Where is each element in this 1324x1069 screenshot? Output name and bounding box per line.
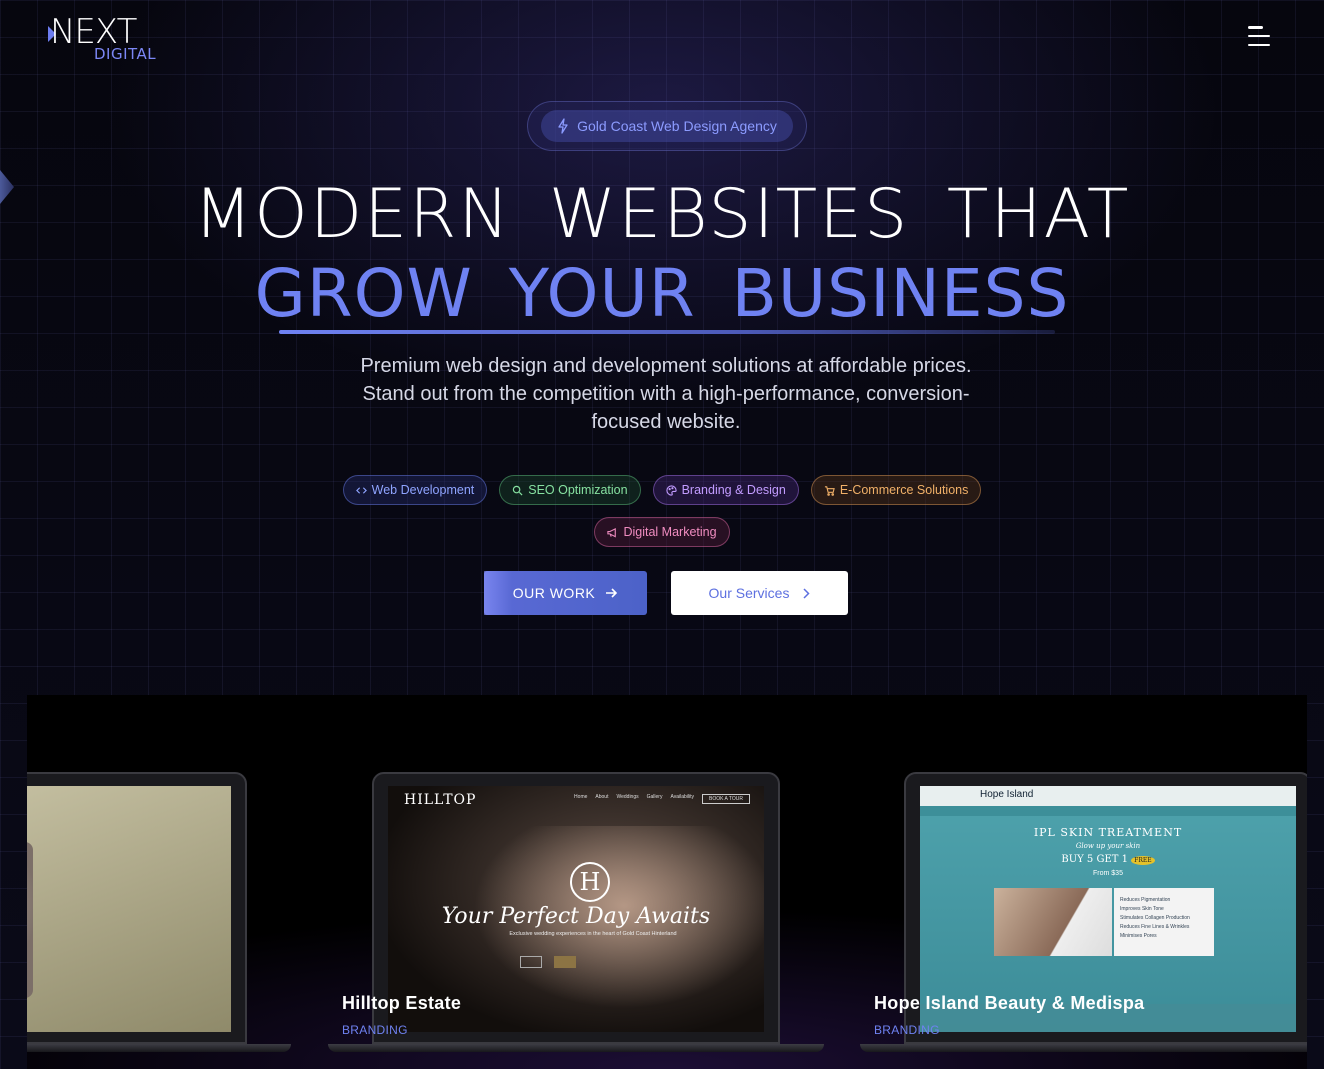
chevron-right-icon [803,587,811,599]
portfolio-image [994,888,1112,956]
palette-icon [666,484,677,496]
our-services-button[interactable]: Our Services [671,571,848,615]
hope-tagline: Glow up your skin [1075,842,1141,850]
nav-item: Home [574,794,588,800]
benefit-item: Reduces Fine Lines & Wrinkles [1120,924,1190,930]
service-pills: Web Development SEO Optimization Brandin… [300,475,1024,547]
card-shade [904,695,1307,772]
hilltop-buttons [520,956,576,968]
site-logo[interactable]: NEXT DIGITAL [48,12,160,64]
our-work-label: OUR WORK [512,585,596,601]
benefit-item: Minimises Pores [1120,933,1157,939]
benefit-item: Improves Skin Tone [1120,906,1164,912]
hamburger-menu-icon[interactable] [1248,26,1270,46]
hope-price: From $35 [1093,870,1123,877]
hope-topbar: Hope Island [920,786,1296,806]
our-services-label: Our Services [708,585,790,601]
hero-title-underline [279,330,1055,334]
hope-benefits: Reduces Pigmentation Improves Skin Tone … [1114,888,1214,956]
hope-logo: Hope Island [980,789,1034,800]
lightning-icon [558,118,568,134]
hilltop-nav: Home About Weddings Gallery Availability… [574,794,750,804]
card-category-hope-island: BRANDING [874,1023,940,1037]
pill-label: SEO Optimization [528,483,628,497]
hilltop-subtitle: Exclusive wedding experiences in the hea… [509,931,677,937]
hero-title-line2: GROW YOUR BUSINESS [254,255,1070,332]
pill-label: E-Commerce Solutions [839,483,969,497]
card-category-hilltop: BRANDING [342,1023,408,1037]
card-shade [27,695,247,772]
logo-subtitle: DIGITAL [94,45,157,63]
hilltop-logo: HILLTOP [404,792,477,808]
benefit-item: Reduces Pigmentation [1120,897,1171,903]
hero-lead: Premium web design and development solut… [360,355,972,433]
code-icon [355,486,367,494]
hope-heading: IPL SKIN TREATMENT [1033,826,1183,839]
arrow-right-icon [606,588,618,598]
pill-label: Branding & Design [681,483,786,497]
site-header: NEXT DIGITAL [0,0,1324,70]
hero-title-line1: MODERN WEBSITES THAT [193,175,1131,254]
pill-branding-design[interactable]: Branding & Design [652,475,799,505]
pill-ecommerce-solutions[interactable]: E-Commerce Solutions [810,475,982,505]
hope-nav [920,806,1296,816]
portfolio-image [27,842,33,998]
megaphone-icon [607,527,617,538]
nav-item: Gallery [646,794,663,800]
nav-item: Availability [670,794,694,800]
hope-offer: BUY 5 GET 1 FREE [920,854,1296,865]
nav-item: BOOK A TOUR [702,794,750,804]
our-work-button[interactable]: OUR WORK [484,571,647,615]
card-shade [372,695,780,772]
benefit-item: Stimulates Collagen Production [1120,915,1190,921]
hilltop-emblem: H [570,862,610,902]
laptop-base [328,1044,824,1052]
card-title-hope-island[interactable]: Hope Island Beauty & Medispa [874,993,1144,1014]
search-icon [513,485,523,496]
pill-seo-optimization[interactable]: SEO Optimization [499,475,641,505]
hope-free-badge: FREE [1131,856,1155,865]
portfolio-screenshot [27,786,231,1032]
hero-badge-label: Gold Coast Web Design Agency [577,118,777,134]
nav-item: Weddings [616,794,639,800]
laptop-base [27,1044,291,1052]
hero-badge: Gold Coast Web Design Agency [527,101,807,151]
cart-icon [824,485,835,496]
nav-item: About [595,794,609,800]
hope-offer-text: BUY 5 GET 1 [1061,854,1128,865]
card-title-hilltop[interactable]: Hilltop Estate [342,993,461,1014]
laptop-base [860,1044,1307,1052]
portfolio-showcase: HILLTOP Home About Weddings Gallery Avai… [27,695,1307,1069]
pill-label: Digital Marketing [623,525,717,539]
hilltop-headline: Your Perfect Day Awaits [441,904,711,929]
pill-digital-marketing[interactable]: Digital Marketing [594,517,730,547]
pill-web-development[interactable]: Web Development [342,475,488,505]
pill-label: Web Development [371,483,475,497]
